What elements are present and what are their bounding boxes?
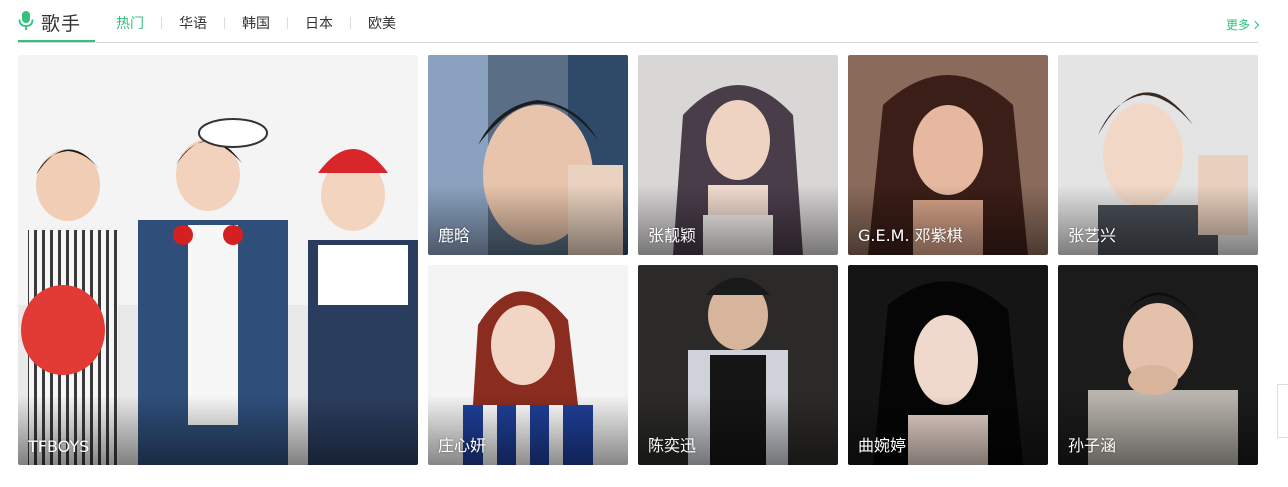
chevron-right-icon	[1250, 20, 1260, 29]
tab-chinese[interactable]: 华语	[179, 13, 207, 33]
singer-card[interactable]: 曲婉婷	[848, 265, 1048, 465]
singer-card[interactable]: 孙子涵	[1058, 265, 1258, 465]
singer-card[interactable]: 张靓颖	[638, 55, 838, 255]
singer-name: 曲婉婷	[858, 436, 907, 455]
singer-name: 张靓颖	[648, 226, 697, 245]
singer-card[interactable]: G.E.M. 邓紫棋	[848, 55, 1048, 255]
tab-hot[interactable]: 热门	[116, 13, 144, 33]
tab-western[interactable]: 欧美	[368, 13, 396, 33]
singer-name: 陈奕迅	[648, 436, 697, 455]
singer-card[interactable]: 庄心妍	[428, 265, 628, 465]
singer-name: TFBOYS	[28, 437, 90, 456]
singer-name: 孙子涵	[1068, 436, 1117, 455]
tab-divider	[224, 17, 225, 29]
more-label: 更多	[1225, 18, 1250, 32]
singer-name: 张艺兴	[1068, 226, 1117, 245]
region-tabs: 热门 华语 韩国 日本 欧美	[116, 14, 396, 32]
tab-divider	[350, 17, 351, 29]
microphone-icon	[18, 11, 34, 30]
singer-card[interactable]: 鹿晗	[428, 55, 628, 255]
section-title-text: 歌手	[41, 13, 82, 35]
singer-section-header: 歌手 热门 华语 韩国 日本 欧美 更多	[18, 0, 1260, 43]
singer-name: G.E.M. 邓紫棋	[858, 226, 963, 245]
more-link[interactable]: 更多	[1225, 16, 1260, 33]
singer-card-featured[interactable]: TFBOYS	[18, 55, 418, 465]
side-scroll-handle[interactable]	[1277, 384, 1288, 438]
singer-name: 鹿晗	[438, 226, 471, 245]
tab-divider	[287, 17, 288, 29]
tab-japanese[interactable]: 日本	[305, 13, 333, 33]
section-title: 歌手	[18, 0, 95, 42]
tab-korean[interactable]: 韩国	[242, 13, 270, 33]
singer-card[interactable]: 陈奕迅	[638, 265, 838, 465]
singer-name: 庄心妍	[438, 436, 487, 455]
tab-divider	[161, 17, 162, 29]
singer-card[interactable]: 张艺兴	[1058, 55, 1258, 255]
